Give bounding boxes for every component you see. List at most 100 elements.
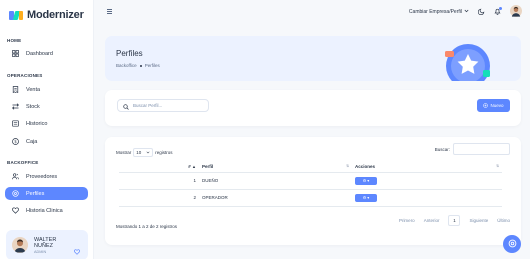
user-info: WALTER NUÑEZ ADMIN	[34, 237, 56, 254]
moon-icon[interactable]	[477, 8, 485, 17]
sidebar-item-historico[interactable]: Historico	[5, 117, 88, 130]
section-operaciones-title: OPERACIONES	[7, 73, 43, 78]
profile-avatar[interactable]	[510, 5, 522, 19]
page-title: Perfiles	[116, 49, 143, 58]
users-icon	[11, 173, 19, 181]
avatar	[12, 237, 28, 253]
sidebar-item-venta[interactable]: Venta	[5, 83, 88, 96]
menu-toggle-icon[interactable]	[107, 9, 112, 15]
new-profile-label: Nuevo	[490, 103, 504, 108]
row-actions: ⚙ ▾	[352, 189, 502, 207]
filter-input[interactable]	[453, 143, 510, 155]
heart-icon[interactable]	[74, 242, 80, 259]
entries-select[interactable]: 10	[133, 148, 154, 157]
pagination-current[interactable]: 1	[448, 215, 461, 226]
search-input[interactable]	[133, 103, 203, 108]
row-actions-button[interactable]: ⚙ ▾	[355, 193, 377, 202]
company-switch-label: Cambiar Empresa/Perfil	[408, 9, 462, 15]
sidebar: Modernizer HOME Dashboard OPERACIONES Ve…	[0, 0, 94, 259]
sidebar-item-stock[interactable]: Stock	[5, 100, 88, 113]
logo-icon	[9, 10, 23, 20]
column-perfil-label: Perfil	[202, 163, 214, 169]
topbar-actions: Cambiar Empresa/Perfil	[409, 5, 522, 19]
sidebar-item-caja[interactable]: $ Caja	[5, 135, 88, 148]
sidebar-item-label: Perfiles	[26, 190, 45, 197]
settings-icon	[11, 190, 19, 198]
table-row: 1 DUEÑO ⚙ ▾	[119, 172, 502, 190]
gear-icon: ⚙	[362, 178, 367, 183]
user-role: ADMIN	[34, 249, 47, 254]
pagination-first[interactable]: Primero	[399, 218, 415, 223]
column-header-num[interactable]: # ▲	[119, 161, 199, 173]
breadcrumb-backoffice[interactable]: Backoffice	[116, 63, 137, 68]
table-row: 2 OPERADOR ⚙ ▾	[119, 189, 502, 207]
pagination-next[interactable]: Siguiente	[469, 218, 488, 223]
filter-label: Buscar:	[434, 146, 450, 152]
sidebar-item-label: Historico	[26, 120, 48, 127]
search-box	[117, 99, 209, 112]
table-info: Mostrando 1 a 2 de 2 registros	[116, 224, 178, 229]
column-num-label: #	[188, 163, 191, 169]
app-title: Modernizer	[27, 9, 84, 21]
section-home-title: HOME	[7, 38, 22, 43]
topbar: Cambiar Empresa/Perfil	[94, 0, 530, 24]
breadcrumb: Backoffice Perfiles	[116, 63, 160, 68]
row-actions-button[interactable]: ⚙ ▾	[355, 176, 377, 185]
chevron-down-icon	[464, 9, 469, 15]
svg-text:$: $	[14, 139, 17, 144]
sidebar-item-proveedores[interactable]: Proveedores	[5, 170, 88, 183]
sort-icon: ⇅	[496, 163, 499, 168]
sidebar-item-label: Proveedores	[26, 173, 58, 180]
bell-icon[interactable]	[494, 6, 502, 17]
row-perfil: OPERADOR	[199, 189, 352, 207]
show-label: Mostrar	[116, 150, 132, 155]
breadcrumb-perfiles: Perfiles	[144, 63, 160, 68]
sidebar-item-label: Stock	[26, 103, 40, 110]
sidebar-item-perfiles[interactable]: Perfiles	[5, 187, 88, 200]
sidebar-item-label: Historia Clinica	[26, 207, 63, 214]
column-header-perfil[interactable]: Perfil ⇅	[199, 161, 352, 173]
list-icon	[11, 120, 19, 128]
pagination-last[interactable]: Último	[497, 218, 510, 223]
row-actions: ⚙ ▾	[352, 172, 502, 190]
app-logo[interactable]: Modernizer	[9, 9, 84, 21]
section-backoffice-title: BACKOFFICE	[7, 160, 39, 165]
sidebar-item-label: Venta	[26, 86, 41, 93]
sort-icon: ⇅	[346, 163, 349, 168]
sidebar-item-label: Dashboard	[26, 50, 53, 57]
search-card: Nuevo	[105, 90, 521, 126]
search-icon	[123, 97, 129, 115]
heart-handshake-icon	[11, 207, 19, 215]
new-profile-button[interactable]: Nuevo	[477, 99, 510, 112]
star-illustration-icon	[445, 44, 490, 81]
settings-fab[interactable]	[503, 235, 521, 253]
table-card: Mostrar 10 registros Buscar: # ▲ Perfil …	[105, 137, 521, 245]
user-card[interactable]: WALTER NUÑEZ ADMIN	[6, 230, 88, 259]
sidebar-item-historia-clinica[interactable]: Historia Clinica	[5, 204, 88, 217]
settings-icon	[508, 235, 517, 253]
entries-label: registros	[155, 150, 173, 155]
row-perfil: DUEÑO	[199, 172, 352, 190]
sort-asc-icon: ▲	[192, 163, 196, 169]
user-name-line1: WALTER	[34, 236, 57, 243]
dollar-circle-icon: $	[11, 138, 19, 146]
sidebar-item-dashboard[interactable]: Dashboard	[5, 47, 88, 60]
table-filter: Buscar:	[435, 143, 510, 155]
column-header-acciones[interactable]: Acciones ⇅	[352, 161, 502, 173]
dashboard-icon	[11, 50, 19, 58]
gear-icon: ⚙	[362, 195, 367, 200]
table-header-row: # ▲ Perfil ⇅ Acciones ⇅	[119, 161, 502, 173]
chevron-down-icon	[146, 150, 150, 155]
pagination-prev[interactable]: Anterior	[424, 218, 440, 223]
notification-dot	[499, 6, 502, 10]
company-switch[interactable]: Cambiar Empresa/Perfil	[409, 9, 469, 15]
sidebar-item-label: Caja	[26, 138, 38, 145]
entries-value: 10	[136, 150, 142, 155]
pagination: Primero Anterior 1 Siguiente Último	[399, 215, 510, 226]
breadcrumb-separator	[139, 64, 142, 67]
entries-control: Mostrar 10 registros	[116, 148, 173, 157]
receipt-icon	[11, 86, 19, 94]
caret-down-icon: ▾	[367, 195, 370, 200]
page-header: Perfiles Backoffice Perfiles	[105, 36, 521, 81]
row-num: 1	[119, 172, 199, 190]
